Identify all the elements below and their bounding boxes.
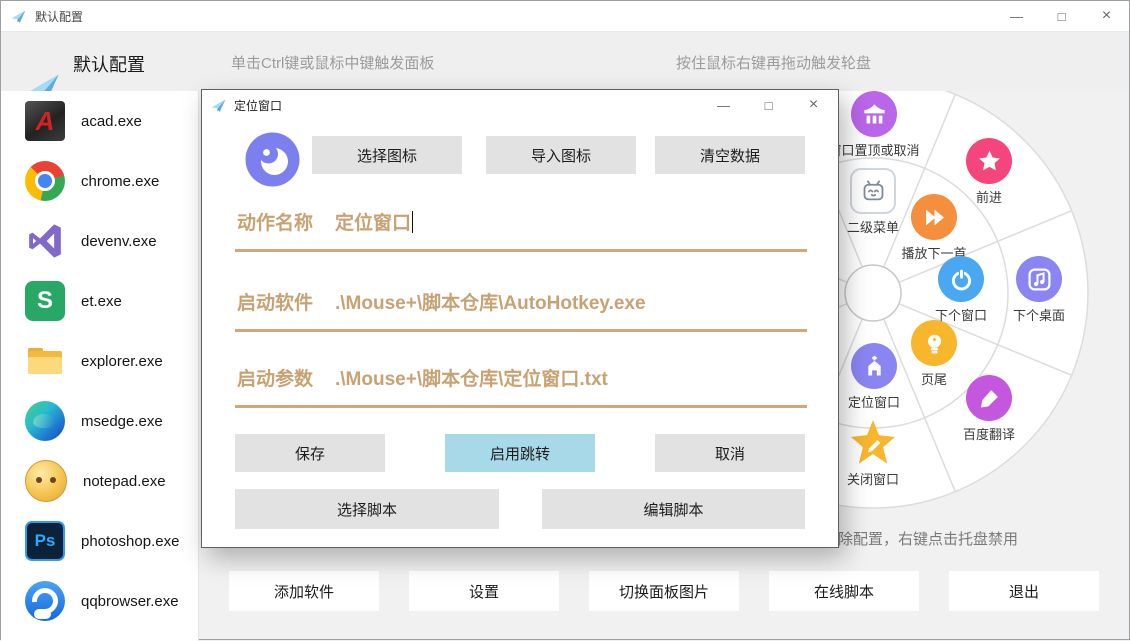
page-end-icon bbox=[911, 320, 957, 366]
doge-icon bbox=[25, 460, 67, 502]
action-name-value: 定位窗口 bbox=[335, 208, 413, 235]
cancel-button[interactable]: 取消 bbox=[655, 434, 805, 472]
switch-panel-image-button[interactable]: 切换面板图片 bbox=[589, 571, 739, 611]
sidebar-item-devenv[interactable]: devenv.exe bbox=[1, 211, 198, 271]
add-software-button[interactable]: 添加软件 bbox=[229, 571, 379, 611]
launch-software-value: .\Mouse+\脚本仓库\AutoHotkey.exe bbox=[335, 288, 646, 315]
edit-script-button[interactable]: 编辑脚本 bbox=[542, 489, 805, 529]
sidebar-item-photoshop[interactable]: Ps photoshop.exe bbox=[1, 511, 198, 571]
hint-panel-trigger: 单击Ctrl键或鼠标中键触发面板 bbox=[231, 52, 434, 73]
dialog-close-button[interactable]: × bbox=[791, 90, 836, 120]
submenu-face-icon bbox=[850, 168, 896, 214]
dialog-title: 定位窗口 bbox=[234, 97, 282, 114]
next-track-icon bbox=[911, 194, 957, 240]
launch-software-field[interactable]: 启动软件 .\Mouse+\脚本仓库\AutoHotkey.exe bbox=[235, 270, 807, 332]
profile-title: 默认配置 bbox=[73, 51, 145, 77]
online-scripts-button[interactable]: 在线脚本 bbox=[769, 571, 919, 611]
sidebar-item-acad[interactable]: A acad.exe bbox=[1, 91, 198, 151]
dialog-maximize-button[interactable]: □ bbox=[746, 90, 791, 120]
action-name-label: 动作名称 bbox=[237, 208, 313, 235]
select-script-button[interactable]: 选择脚本 bbox=[235, 489, 499, 529]
clear-data-button[interactable]: 清空数据 bbox=[655, 136, 805, 174]
enable-jump-button[interactable]: 启用跳转 bbox=[445, 434, 595, 472]
text-caret bbox=[412, 211, 413, 233]
launch-params-label: 启动参数 bbox=[237, 364, 313, 391]
select-icon-button[interactable]: 选择图标 bbox=[312, 136, 462, 174]
wps-et-icon: S bbox=[25, 281, 65, 321]
save-button[interactable]: 保存 bbox=[235, 434, 385, 472]
app-sidebar: A acad.exe chrome.exe devenv.exe S et.ex… bbox=[1, 91, 199, 641]
sidebar-item-msedge[interactable]: msedge.exe bbox=[1, 391, 198, 451]
maximize-button[interactable]: □ bbox=[1039, 1, 1084, 31]
tray-hint-text: 删除配置，右键点击托盘禁用 bbox=[823, 528, 1018, 549]
locate-window-icon bbox=[851, 343, 897, 389]
sidebar-item-et[interactable]: S et.exe bbox=[1, 271, 198, 331]
footer-toolbar: 添加软件 设置 切换面板图片 在线脚本 退出 bbox=[1, 571, 1129, 611]
visual-studio-icon bbox=[25, 221, 65, 261]
pin-top-icon bbox=[851, 91, 897, 137]
sidebar-item-explorer[interactable]: explorer.exe bbox=[1, 331, 198, 391]
minimize-button[interactable]: — bbox=[994, 1, 1039, 31]
hint-wheel-trigger: 按住鼠标右键再拖动触发轮盘 bbox=[676, 52, 871, 73]
action-moon-icon[interactable] bbox=[245, 132, 300, 187]
window-titlebar: 默认配置 — □ × bbox=[1, 1, 1129, 32]
launch-software-label: 启动软件 bbox=[237, 288, 313, 315]
window-title: 默认配置 bbox=[35, 8, 83, 25]
action-name-field[interactable]: 动作名称 定位窗口 bbox=[235, 190, 807, 252]
dialog-titlebar: 定位窗口 — □ × bbox=[202, 90, 838, 120]
header: 默认配置 单击Ctrl键或鼠标中键触发面板 按住鼠标右键再拖动触发轮盘 bbox=[1, 31, 1129, 91]
edge-icon bbox=[25, 401, 65, 441]
folder-icon bbox=[25, 341, 65, 381]
import-icon-button[interactable]: 导入图标 bbox=[486, 136, 636, 174]
next-desktop-icon bbox=[1016, 256, 1062, 302]
next-window-icon bbox=[938, 256, 984, 302]
forward-icon bbox=[966, 138, 1012, 184]
dialog-plane-icon bbox=[210, 97, 227, 114]
app-plane-icon bbox=[10, 8, 27, 25]
close-button[interactable]: × bbox=[1084, 1, 1129, 31]
launch-params-value: .\Mouse+\脚本仓库\定位窗口.txt bbox=[335, 364, 608, 391]
locate-window-dialog: 定位窗口 — □ × 选择图标 导入图标 清空数据 动作名称 定位窗口 启动软件… bbox=[201, 89, 839, 548]
baidu-translate-icon bbox=[966, 375, 1012, 421]
photoshop-icon: Ps bbox=[25, 521, 65, 561]
dialog-minimize-button[interactable]: — bbox=[701, 90, 746, 120]
sidebar-item-chrome[interactable]: chrome.exe bbox=[1, 151, 198, 211]
sidebar-item-notepad[interactable]: notepad.exe bbox=[1, 451, 198, 511]
exit-button[interactable]: 退出 bbox=[949, 571, 1099, 611]
chrome-icon bbox=[25, 161, 65, 201]
autocad-icon: A bbox=[25, 101, 65, 141]
settings-button[interactable]: 设置 bbox=[409, 571, 559, 611]
launch-params-field[interactable]: 启动参数 .\Mouse+\脚本仓库\定位窗口.txt bbox=[235, 346, 807, 408]
